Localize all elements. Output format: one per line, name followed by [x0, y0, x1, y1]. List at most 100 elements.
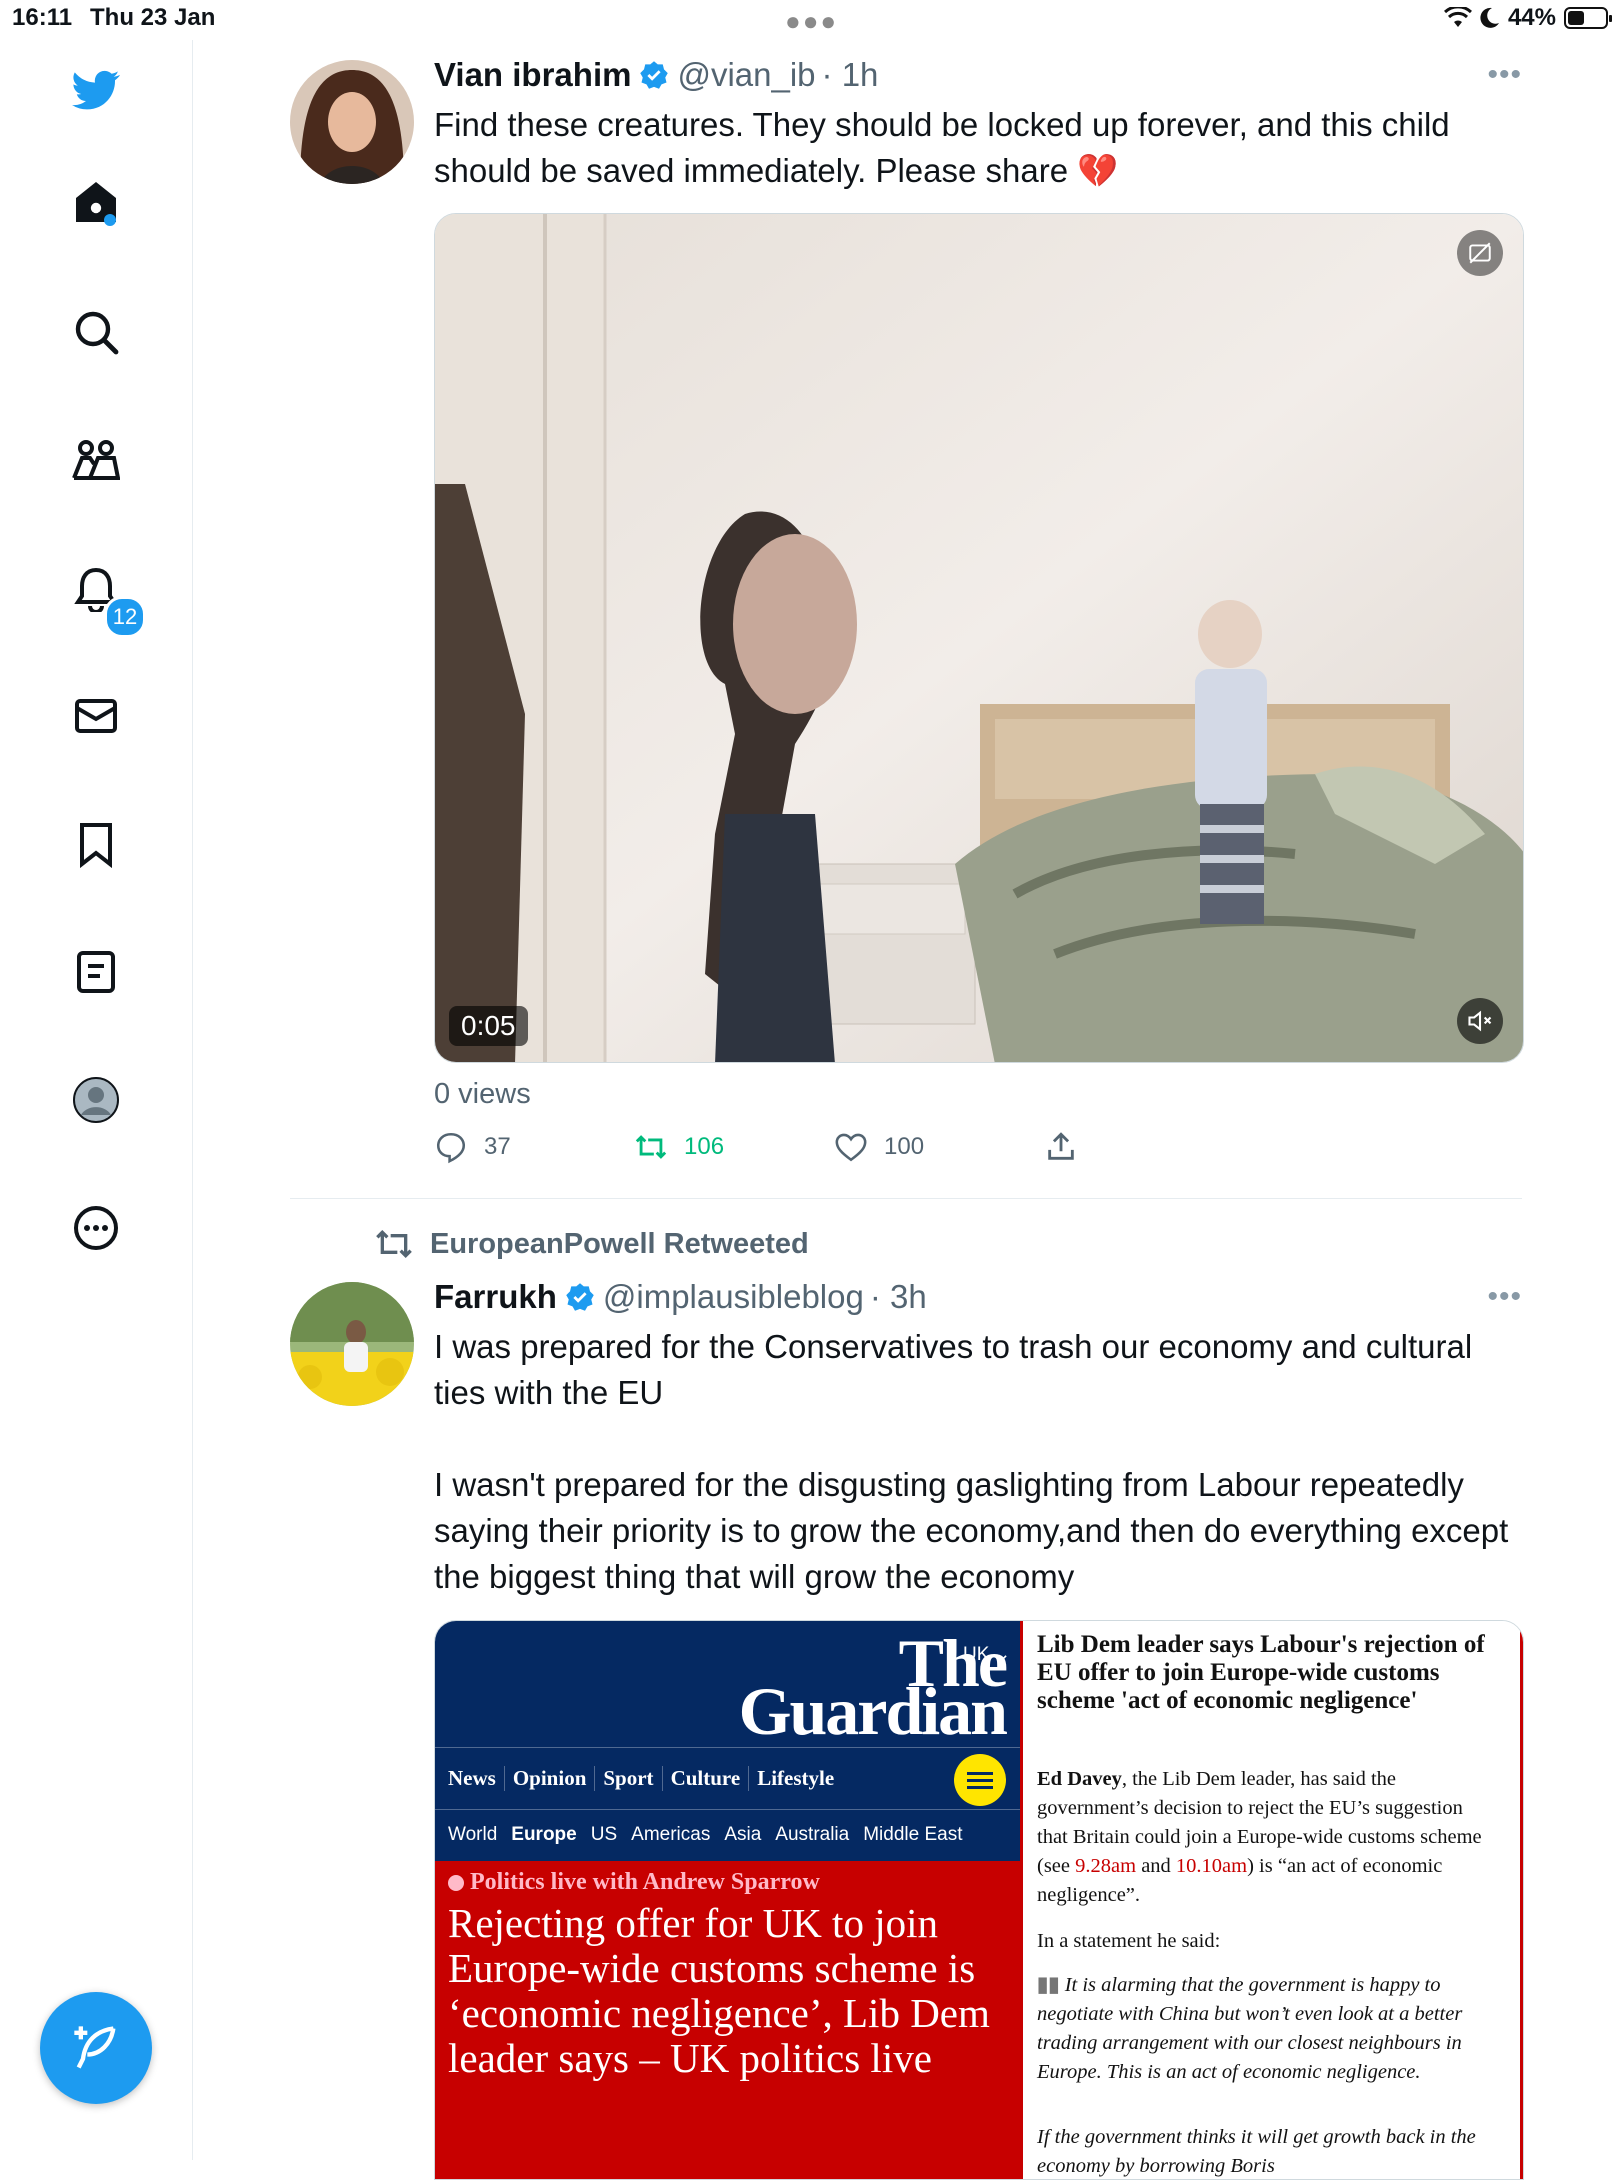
time-link-1[interactable]: 9.28am [1075, 1855, 1136, 1877]
tweet-header: Farrukh @implausibleblog · 3h [434, 1278, 927, 1316]
home-icon[interactable] [56, 162, 136, 242]
reply-icon [436, 1132, 466, 1164]
reply-button[interactable]: 37 [434, 1130, 511, 1164]
para-1b: and [1136, 1855, 1176, 1877]
retweet-icon [635, 1135, 667, 1159]
sidebar: 12 [0, 40, 193, 2160]
mute-icon[interactable] [1457, 998, 1503, 1044]
verified-badge-icon [640, 61, 669, 89]
guardian-headline: Rejecting offer for UK to join Europe-wi… [448, 1900, 990, 2081]
retweet-context[interactable]: EuropeanPowell Retweeted [374, 1224, 809, 1264]
reply-count: 37 [484, 1133, 511, 1160]
status-right: 44% [1443, 4, 1612, 32]
tweet-time[interactable]: · 1h [822, 56, 879, 94]
guardian-nav: News Opinion Sport Culture Lifestyle [435, 1747, 1020, 1808]
avatar[interactable] [290, 60, 414, 184]
twitter-logo-icon[interactable] [56, 50, 136, 130]
retweet-count: 106 [684, 1133, 725, 1160]
battery-icon [1564, 7, 1612, 29]
share-button[interactable] [1044, 1130, 1078, 1164]
bookmarks-icon[interactable] [56, 804, 136, 884]
share-icon [1048, 1132, 1074, 1160]
battery-percent: 44% [1507, 4, 1556, 31]
kicker-text: Politics live with Andrew Sparrow [470, 1869, 820, 1895]
multitasking-dots-icon[interactable]: ●●● [785, 6, 838, 37]
wifi-icon [1443, 7, 1472, 27]
like-button[interactable]: 100 [834, 1130, 924, 1164]
tweet-header: Vian ibrahim @vian_ib · 1h [434, 56, 878, 94]
heart-icon [835, 1133, 867, 1162]
video-frame [435, 214, 1523, 1062]
author-handle[interactable]: @implausibleblog [603, 1278, 864, 1316]
article-panel: Lib Dem leader says Labour's rejection o… [1020, 1621, 1523, 2179]
moon-icon [1480, 7, 1499, 28]
tweet-more-icon[interactable]: ••• [1487, 1280, 1522, 1314]
tweet-actions: 37 106 100 [434, 1130, 1524, 1180]
status-bar: 16:11 Thu 23 Jan ●●● 44% [0, 0, 1620, 40]
status-date: Thu 23 Jan [90, 4, 216, 31]
time-link-2[interactable]: 10.10am [1176, 1855, 1247, 1877]
subnav-middle-east: Middle East [863, 1824, 963, 1845]
lists-icon[interactable] [56, 932, 136, 1012]
nav-news: News [435, 1765, 505, 1791]
article-paragraph-1: Ed Davey, the Lib Dem leader, has said t… [1037, 1765, 1492, 1910]
guardian-menu-icon [954, 1754, 1006, 1806]
kicker: Politics live with Andrew Sparrow [448, 1869, 820, 1896]
article-quote-2: If the government thinks it will get gro… [1037, 2126, 1476, 2177]
article-headline: Lib Dem leader says Labour's rejection o… [1037, 1631, 1485, 1714]
tweet-more-icon[interactable]: ••• [1487, 58, 1522, 92]
article-paragraph-2: In a statement he said: [1037, 1930, 1221, 1952]
nav-sport: Sport [595, 1765, 663, 1791]
retweet-icon [376, 1229, 412, 1259]
guardian-page: UK ⌄ The Guardian News Opinion Sport Cul… [435, 1621, 1033, 2179]
tweet-text-paragraph-1: I was prepared for the Conservatives to … [434, 1328, 1473, 1411]
nav-culture: Culture [663, 1765, 750, 1791]
subnav-world: World [448, 1824, 498, 1845]
more-options-icon[interactable] [56, 1188, 136, 1268]
author-name[interactable]: Vian ibrahim [434, 56, 631, 94]
profile-avatar-icon[interactable] [56, 1060, 136, 1140]
subnav-australia: Australia [775, 1824, 850, 1845]
subnav-americas: Americas [631, 1824, 711, 1845]
subnav-us: US [590, 1824, 618, 1845]
guardian-masthead-name: Guardian [738, 1673, 1008, 1749]
video-duration: 0:05 [449, 1006, 528, 1046]
retweeted-by: EuropeanPowell Retweeted [430, 1227, 809, 1260]
live-dot-icon [448, 1874, 464, 1891]
tweet[interactable]: Vian ibrahim @vian_ib · 1h ••• Find thes… [290, 50, 1524, 1200]
tweet-time[interactable]: · 3h [870, 1278, 927, 1316]
nav-lifestyle: Lifestyle [757, 1765, 835, 1790]
subnav-europe: Europe [511, 1824, 577, 1845]
compose-feather-icon [74, 2026, 116, 2069]
battery-fill [1568, 11, 1584, 25]
communities-icon[interactable] [56, 420, 136, 500]
retweet-button[interactable]: 106 [634, 1130, 724, 1164]
search-icon[interactable] [56, 292, 136, 372]
tweet-image[interactable]: UK ⌄ The Guardian News Opinion Sport Cul… [434, 1620, 1524, 2180]
home-unread-dot [104, 214, 116, 226]
like-count: 100 [884, 1133, 925, 1160]
tweet-text-paragraph-2: I wasn't prepared for the disgusting gas… [434, 1466, 1509, 1595]
nav-opinion: Opinion [505, 1765, 596, 1791]
author-handle[interactable]: @vian_ib [677, 56, 815, 94]
verified-badge-icon [566, 1283, 594, 1311]
tweet-divider [290, 1198, 1522, 1199]
article-quote: ▮▮ It is alarming that the government is… [1037, 1971, 1492, 2087]
view-count: 0 views [434, 1078, 531, 1110]
quote-icon: ▮▮ [1037, 1974, 1065, 1996]
compose-tweet-button[interactable] [40, 1992, 152, 2104]
subnav-asia: Asia [724, 1824, 762, 1845]
hide-media-icon[interactable] [1457, 230, 1503, 276]
avatar[interactable] [290, 1282, 414, 1406]
tweet-video[interactable]: 0:05 [434, 213, 1524, 1063]
guardian-subnav: World Europe US Americas Asia Australia … [435, 1809, 1033, 1860]
author-name[interactable]: Farrukh [434, 1278, 557, 1316]
tweet[interactable]: EuropeanPowell Retweeted Farrukh @implau… [290, 1220, 1524, 2180]
guardian-headline-block: Politics live with Andrew Sparrow Reject… [435, 1861, 1020, 2179]
quote-text: It is alarming that the government is ha… [1037, 1974, 1463, 2083]
notifications-badge: 12 [104, 596, 146, 638]
messages-envelope-icon[interactable] [56, 676, 136, 756]
status-time: 16:11 [12, 4, 73, 31]
tweet-text: Find these creatures. They should be loc… [434, 106, 1450, 189]
lead-name: Ed Davey [1037, 1768, 1122, 1790]
